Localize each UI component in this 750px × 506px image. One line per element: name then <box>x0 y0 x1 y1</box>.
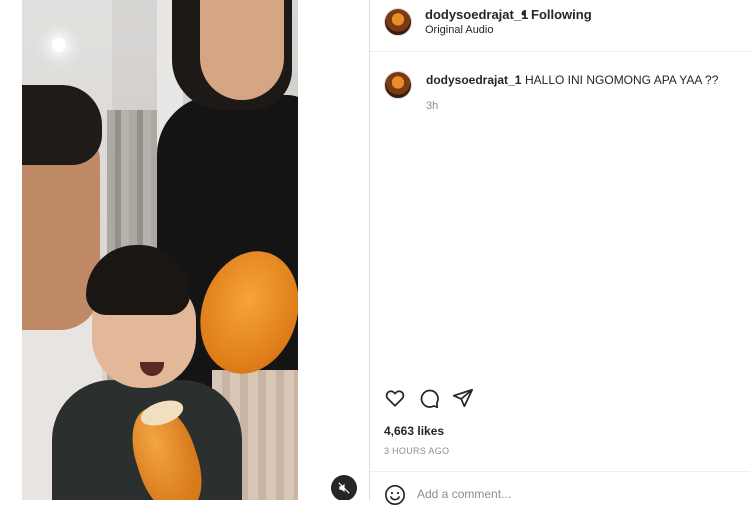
post-username[interactable]: dodysoedrajat_1 <box>425 7 528 22</box>
person-man-hair <box>22 85 102 165</box>
post-header: dodysoedrajat_1 • Following Original Aud… <box>370 0 750 52</box>
video-player[interactable] <box>22 0 298 500</box>
ceiling-light <box>52 38 66 52</box>
post-time: 3 HOURS AGO <box>384 446 450 456</box>
share-icon <box>452 388 474 408</box>
avatar[interactable] <box>384 71 412 99</box>
like-button[interactable] <box>382 385 408 411</box>
speaker-muted-icon <box>338 482 350 494</box>
post-side-panel: dodysoedrajat_1 • Following Original Aud… <box>370 0 750 505</box>
comment-username[interactable]: dodysoedrajat_1 <box>426 73 521 87</box>
post-media <box>0 0 369 500</box>
avatar[interactable] <box>384 8 412 36</box>
share-button[interactable] <box>450 385 476 411</box>
mute-button[interactable] <box>331 475 357 500</box>
caption-comment: dodysoedrajat_1 HALLO INI NGOMONG APA YA… <box>370 60 750 120</box>
comment-input[interactable] <box>417 485 717 503</box>
emoji-icon[interactable] <box>384 484 406 506</box>
comment-button[interactable] <box>416 385 442 411</box>
action-bar <box>370 385 750 413</box>
audio-link[interactable]: Original Audio <box>425 24 494 36</box>
separator-dot: • <box>521 6 526 21</box>
person-woman-face <box>200 0 284 100</box>
likes-count[interactable]: 4,663 likes <box>384 424 444 438</box>
comment-timestamp[interactable]: 3h <box>426 100 438 112</box>
add-comment-bar <box>370 471 750 505</box>
following-button[interactable]: Following <box>531 7 592 22</box>
heart-icon <box>385 390 405 407</box>
comment-text: HALLO INI NGOMONG APA YAA ?? <box>525 73 719 87</box>
comment-icon <box>420 389 439 409</box>
